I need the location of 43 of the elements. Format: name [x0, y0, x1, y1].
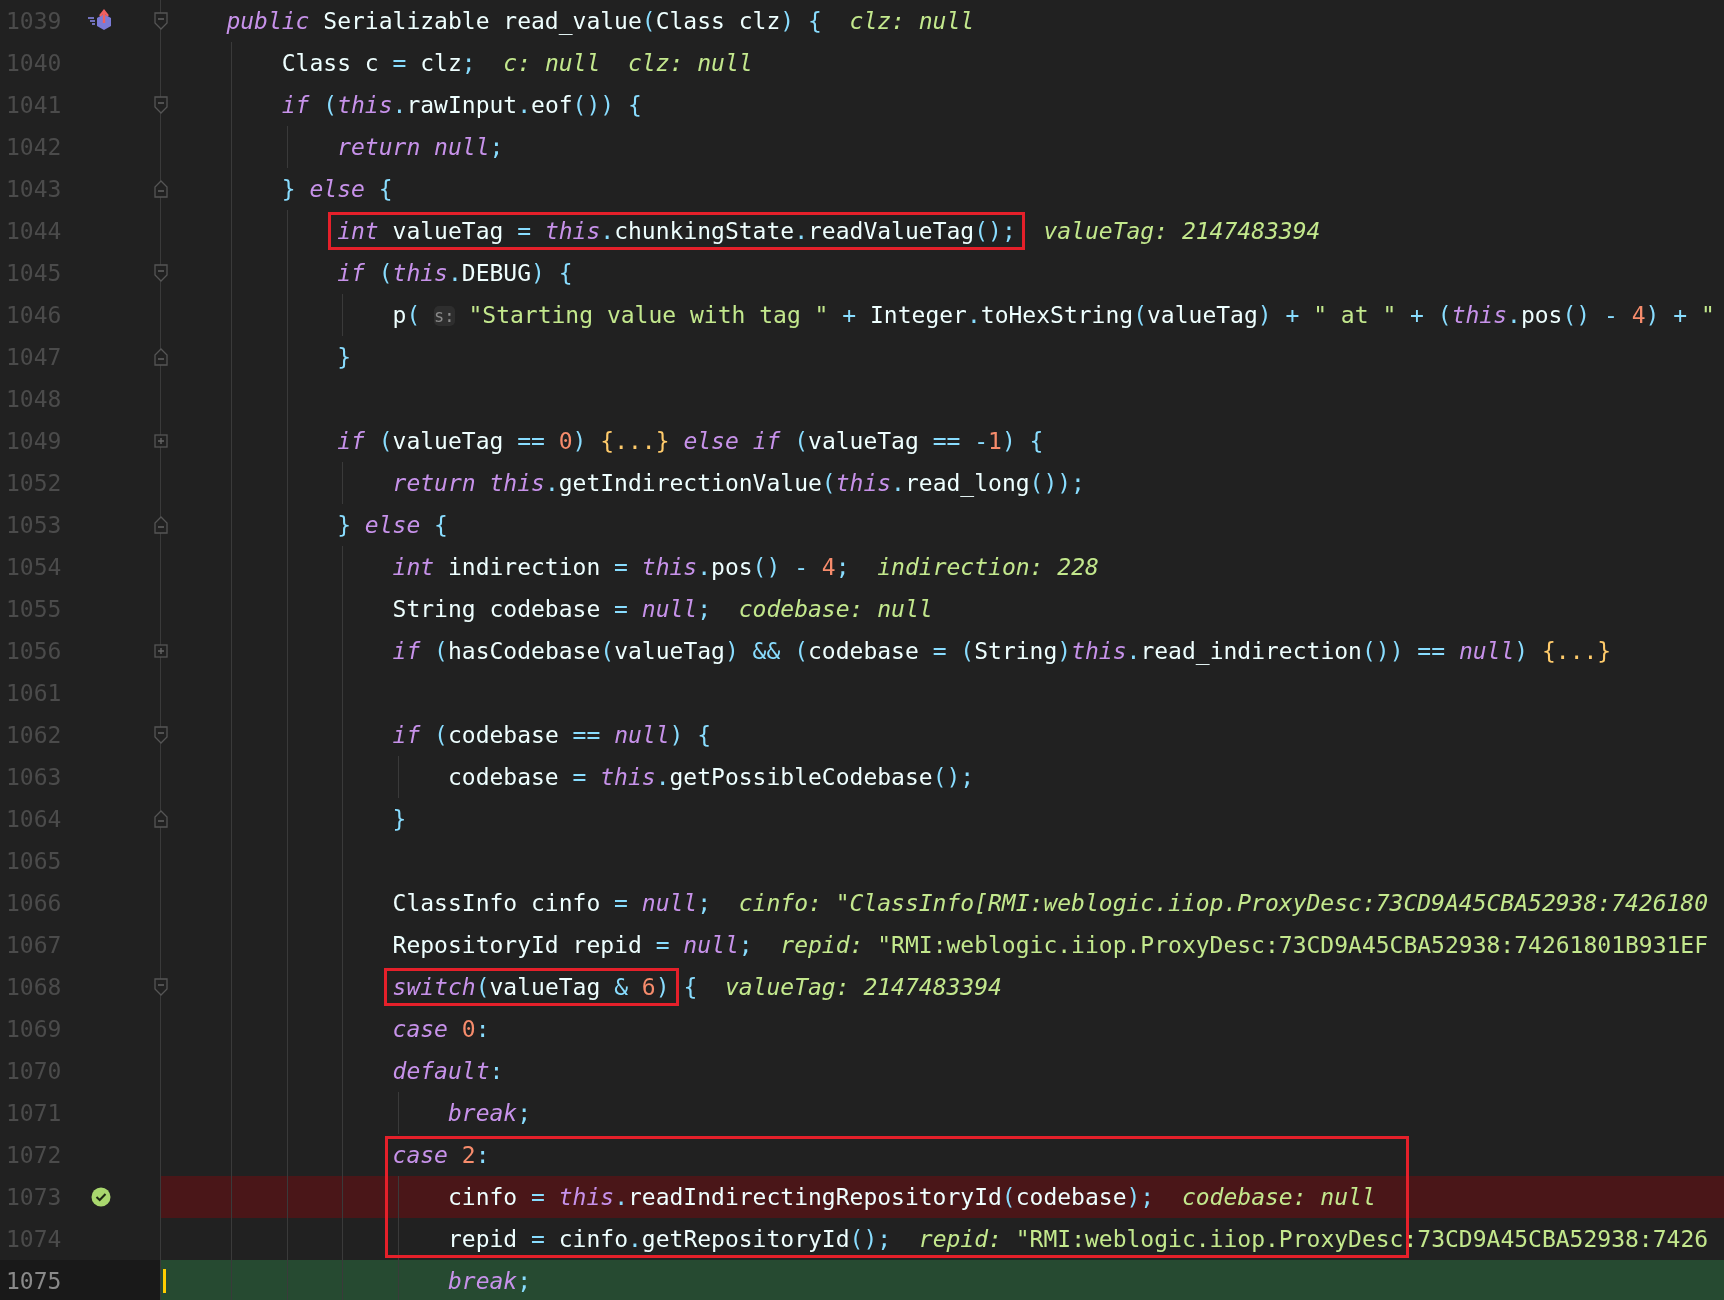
code-line: case 2: — [392, 1140, 490, 1170]
fold-plus-icon[interactable] — [154, 434, 168, 448]
code-line: cinfo = this.readIndirectingRepositoryId(codebase); codebase: null — [447, 1182, 1376, 1212]
fold-minus-icon[interactable] — [154, 978, 168, 996]
code-line: codebase = this.getPossibleCodebase(); — [447, 762, 975, 792]
code-line: if (this.DEBUG) { — [337, 258, 573, 288]
code-line: case 0: — [392, 1014, 490, 1044]
fold-minus-icon[interactable] — [154, 810, 168, 828]
code-text: { valueTag: 2147483394 — [682, 972, 1002, 1002]
line-number: 1075 — [5, 1266, 63, 1296]
fold-minus-icon[interactable] — [154, 516, 168, 534]
fold-minus-icon[interactable] — [154, 726, 168, 744]
code-line: } — [337, 342, 351, 372]
code-line: p( s: "Starting value with tag " + Integer.toHexString(valueTag) + " at " + (this.pos() - 4) + " — [392, 300, 1715, 330]
check-circle-icon[interactable] — [91, 1187, 111, 1207]
code-line: break; — [447, 1098, 532, 1128]
code-line: if (this.rawInput.eof()) { — [281, 90, 642, 120]
code-line: } else { — [337, 510, 448, 540]
code-line: if (valueTag == 0) {...} else if (valueTag == -1) { — [337, 426, 1044, 456]
code-line: break; — [447, 1266, 532, 1296]
code-line: default: — [392, 1056, 504, 1086]
fold-plus-icon[interactable] — [154, 644, 168, 658]
highlighted-code: switch(valueTag & 6) — [383, 968, 679, 1006]
code-line: RepositoryId repid = null; repid: "RMI:weblogic.iiop.ProxyDesc:73CD9A45CBA52938:74261801B931EF — [392, 930, 1709, 960]
code-line: int indirection = this.pos() - 4; indirection: 228 — [392, 552, 1099, 582]
highlighted-code: int valueTag = this.chunkingState.readValueTag(); — [328, 212, 1025, 250]
code-line: return this.getIndirectionValue(this.read_long()); — [392, 468, 1085, 499]
code-line: String codebase = null; codebase: null — [392, 594, 933, 624]
code-line: if (codebase == null) { — [392, 720, 712, 750]
fold-minus-icon[interactable] — [154, 348, 168, 366]
code-line: Class c = clz; c: null clz: null — [281, 48, 753, 78]
fold-minus-icon[interactable] — [154, 180, 168, 198]
code-line: } else { — [281, 174, 393, 204]
code-line: ClassInfo cinfo = null; cinfo: "ClassInfo[RMI:weblogic.iiop.ProxyDesc:73CD9A45CBA52938:7426180 — [392, 888, 1709, 918]
code-line: public Serializable read_value(Class clz) { clz: null — [226, 6, 975, 37]
code-line: } — [392, 804, 407, 834]
fold-minus-icon[interactable] — [154, 96, 168, 114]
fold-minus-icon[interactable] — [154, 12, 168, 30]
fold-minus-icon[interactable] — [154, 264, 168, 282]
text-cursor — [163, 1269, 166, 1293]
code-line: if (hasCodebase(valueTag) && (codebase = (String)this.read_indirection()) == null) {...} — [392, 636, 1612, 667]
code-text: valueTag: 2147483394 — [1042, 216, 1321, 246]
code-line: return null; — [337, 132, 504, 162]
